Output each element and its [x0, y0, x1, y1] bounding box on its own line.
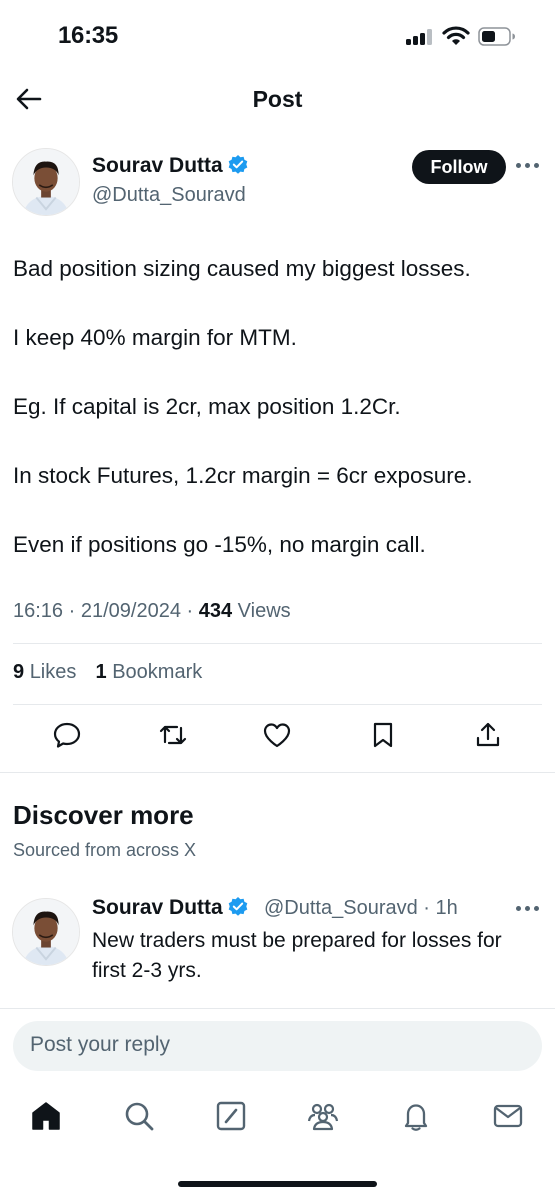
follow-button[interactable]: Follow	[412, 150, 506, 184]
grok-icon[interactable]	[214, 1099, 248, 1133]
section-title: Discover more	[13, 800, 194, 830]
recommended-author-text[interactable]: Sourav Dutta	[92, 896, 223, 919]
verified-badge-icon	[228, 897, 247, 916]
post-line: In stock Futures, 1.2cr margin = 6cr exp…	[13, 463, 473, 488]
likes-label[interactable]: Likes	[30, 661, 77, 683]
author-name[interactable]: Sourav Dutta	[92, 154, 249, 178]
repost-icon[interactable]	[158, 720, 188, 750]
home-indicator	[178, 1181, 377, 1187]
notifications-icon[interactable]	[399, 1099, 433, 1133]
post-line: I keep 40% margin for MTM.	[13, 325, 297, 350]
post-date: 21/09/2024	[80, 600, 181, 622]
search-icon[interactable]	[122, 1099, 156, 1133]
verified-badge-icon	[228, 155, 247, 174]
divider	[0, 772, 555, 773]
share-icon[interactable]	[473, 720, 503, 750]
reply-input[interactable]: Post your reply	[13, 1021, 542, 1071]
engagement-stats: 9 Likes 1 Bookmark	[13, 661, 202, 684]
signal-icon	[406, 29, 434, 45]
likes-count[interactable]: 9	[13, 661, 24, 683]
post-line: Eg. If capital is 2cr, max position 1.2C…	[13, 394, 401, 419]
more-options-icon[interactable]	[516, 905, 542, 913]
divider	[0, 1008, 555, 1009]
recommended-post-line: New traders must be prepared for losses …	[92, 929, 502, 952]
post-line: Bad position sizing caused my biggest lo…	[13, 256, 471, 281]
recommended-author-meta[interactable]: @Dutta_Souravd · 1h	[264, 897, 458, 920]
reply-placeholder: Post your reply	[30, 1033, 171, 1056]
author-name-text[interactable]: Sourav Dutta	[92, 154, 223, 177]
post-time: 16:16	[13, 600, 64, 622]
home-icon[interactable]	[29, 1099, 63, 1133]
avatar[interactable]	[12, 148, 80, 216]
reply-icon[interactable]	[52, 720, 82, 750]
views-count: 434	[198, 600, 233, 622]
wifi-icon	[442, 26, 470, 45]
post-line: Even if positions go -15%, no margin cal…	[13, 532, 426, 557]
status-time: 16:35	[58, 22, 118, 49]
battery-icon	[478, 27, 515, 46]
page-title: Post	[252, 86, 303, 112]
bookmark-icon[interactable]	[368, 720, 398, 750]
recommended-post-age: 1h	[435, 897, 458, 919]
divider	[13, 704, 542, 705]
top-bar: Post	[0, 70, 555, 128]
communities-icon[interactable]	[306, 1099, 340, 1133]
divider	[13, 643, 542, 644]
section-subtitle: Sourced from across X	[13, 840, 197, 860]
bookmarks-label[interactable]: Bookmark	[112, 661, 202, 683]
post-meta: 16:16 · 21/09/2024 · 434 Views	[13, 600, 291, 622]
avatar[interactable]	[12, 898, 80, 966]
recommended-author-handle[interactable]: @Dutta_Souravd	[264, 897, 418, 919]
author-handle[interactable]: @Dutta_Souravd	[92, 184, 246, 207]
recommended-post-text[interactable]: New traders must be prepared for losses …	[92, 926, 542, 986]
messages-icon[interactable]	[491, 1099, 525, 1133]
bookmarks-count[interactable]: 1	[96, 661, 107, 683]
recommended-post-line: first 2-3 yrs.	[92, 959, 202, 982]
post-text: Bad position sizing caused my biggest lo…	[13, 254, 543, 599]
views-label: Views	[237, 600, 291, 622]
recommended-author-name[interactable]: Sourav Dutta	[92, 896, 249, 920]
like-icon[interactable]	[262, 720, 292, 750]
more-options-icon[interactable]	[516, 162, 542, 170]
status-bar: 16:35	[0, 0, 555, 70]
